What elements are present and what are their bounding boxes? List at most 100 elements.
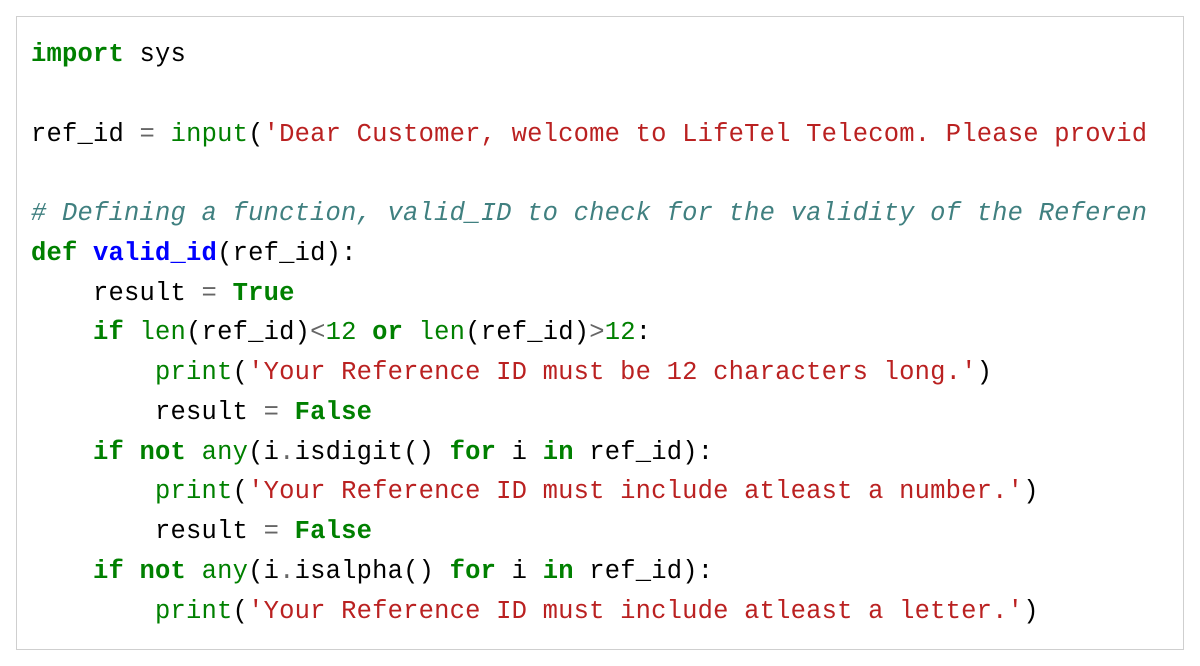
- indent: [31, 517, 155, 546]
- space: [124, 40, 140, 69]
- generator-start: (i: [248, 557, 279, 586]
- builtin-len: len: [419, 318, 466, 347]
- code-line: result = False: [31, 517, 372, 546]
- variable: result: [155, 517, 264, 546]
- indent: [31, 557, 93, 586]
- operator-dot: .: [279, 438, 295, 467]
- code-line: # Defining a function, valid_ID to check…: [31, 199, 1147, 228]
- keyword-if: if: [93, 318, 124, 347]
- variable: ref_id: [31, 120, 140, 149]
- module-name: sys: [140, 40, 187, 69]
- generator-start: (i: [248, 438, 279, 467]
- space: [78, 239, 94, 268]
- keyword-def: def: [31, 239, 78, 268]
- constant-false: False: [295, 398, 373, 427]
- paren-open: (: [233, 597, 249, 626]
- builtin-print: print: [155, 477, 233, 506]
- paren-open: (: [217, 239, 233, 268]
- indent: [31, 438, 93, 467]
- builtin-any: any: [202, 557, 249, 586]
- operator-equals: =: [202, 279, 218, 308]
- builtin-len: len: [140, 318, 187, 347]
- code-line: print('Your Reference ID must include at…: [31, 477, 1039, 506]
- operator-equals: =: [264, 398, 280, 427]
- paren-open: (: [233, 477, 249, 506]
- paren-close: ): [1023, 477, 1039, 506]
- builtin-input: input: [171, 120, 249, 149]
- number-literal: 12: [605, 318, 636, 347]
- keyword-if: if: [93, 557, 124, 586]
- space: [186, 557, 202, 586]
- operator-dot: .: [279, 557, 295, 586]
- code-line: def valid_id(ref_id):: [31, 239, 357, 268]
- paren-close: ): [1023, 597, 1039, 626]
- indent: [31, 318, 93, 347]
- operator-equals: =: [264, 517, 280, 546]
- keyword-not: not: [140, 557, 187, 586]
- keyword-for: for: [450, 557, 497, 586]
- operator-equals: =: [140, 120, 156, 149]
- builtin-print: print: [155, 597, 233, 626]
- method-call: isalpha(): [295, 557, 450, 586]
- code-line: if len(ref_id)<12 or len(ref_id)>12:: [31, 318, 651, 347]
- indent: [31, 477, 155, 506]
- loop-var: i: [496, 438, 543, 467]
- paren-open: (: [233, 358, 249, 387]
- iterable: ref_id):: [574, 438, 714, 467]
- string-literal: 'Dear Customer, welcome to LifeTel Telec…: [264, 120, 1148, 149]
- code-line: print('Your Reference ID must be 12 char…: [31, 358, 992, 387]
- indent: [31, 279, 93, 308]
- builtin-print: print: [155, 358, 233, 387]
- indent: [31, 597, 155, 626]
- space: [124, 438, 140, 467]
- code-line: result = True: [31, 279, 295, 308]
- space: [403, 318, 419, 347]
- space: [357, 318, 373, 347]
- number-literal: 12: [326, 318, 357, 347]
- indent: [31, 398, 155, 427]
- space: [124, 557, 140, 586]
- keyword-import: import: [31, 40, 124, 69]
- space: [279, 398, 295, 427]
- space: [155, 120, 171, 149]
- parameter: ref_id: [233, 239, 326, 268]
- paren-open: (: [248, 120, 264, 149]
- operator-gt: >: [589, 318, 605, 347]
- variable: result: [93, 279, 202, 308]
- operator-lt: <: [310, 318, 326, 347]
- string-literal: 'Your Reference ID must be 12 characters…: [248, 358, 977, 387]
- constant-false: False: [295, 517, 373, 546]
- code-block: import sys ref_id = input('Dear Customer…: [16, 16, 1184, 650]
- space: [217, 279, 233, 308]
- code-line: result = False: [31, 398, 372, 427]
- comment: # Defining a function, valid_ID to check…: [31, 199, 1147, 228]
- code-line: import sys: [31, 40, 186, 69]
- paren-close-colon: ):: [326, 239, 357, 268]
- colon: :: [636, 318, 652, 347]
- paren-close: ): [977, 358, 993, 387]
- space: [124, 318, 140, 347]
- code-line: if not any(i.isdigit() for i in ref_id):: [31, 438, 713, 467]
- iterable: ref_id):: [574, 557, 714, 586]
- keyword-if: if: [93, 438, 124, 467]
- keyword-in: in: [543, 438, 574, 467]
- space: [279, 517, 295, 546]
- code-line: ref_id = input('Dear Customer, welcome t…: [31, 120, 1147, 149]
- code-line: print('Your Reference ID must include at…: [31, 597, 1039, 626]
- constant-true: True: [233, 279, 295, 308]
- keyword-or: or: [372, 318, 403, 347]
- call-args: (ref_id): [186, 318, 310, 347]
- space: [186, 438, 202, 467]
- string-literal: 'Your Reference ID must include atleast …: [248, 477, 1023, 506]
- function-name: valid_id: [93, 239, 217, 268]
- string-literal: 'Your Reference ID must include atleast …: [248, 597, 1023, 626]
- keyword-in: in: [543, 557, 574, 586]
- variable: result: [155, 398, 264, 427]
- keyword-for: for: [450, 438, 497, 467]
- loop-var: i: [496, 557, 543, 586]
- builtin-any: any: [202, 438, 249, 467]
- code-line: if not any(i.isalpha() for i in ref_id):: [31, 557, 713, 586]
- call-args: (ref_id): [465, 318, 589, 347]
- keyword-not: not: [140, 438, 187, 467]
- indent: [31, 358, 155, 387]
